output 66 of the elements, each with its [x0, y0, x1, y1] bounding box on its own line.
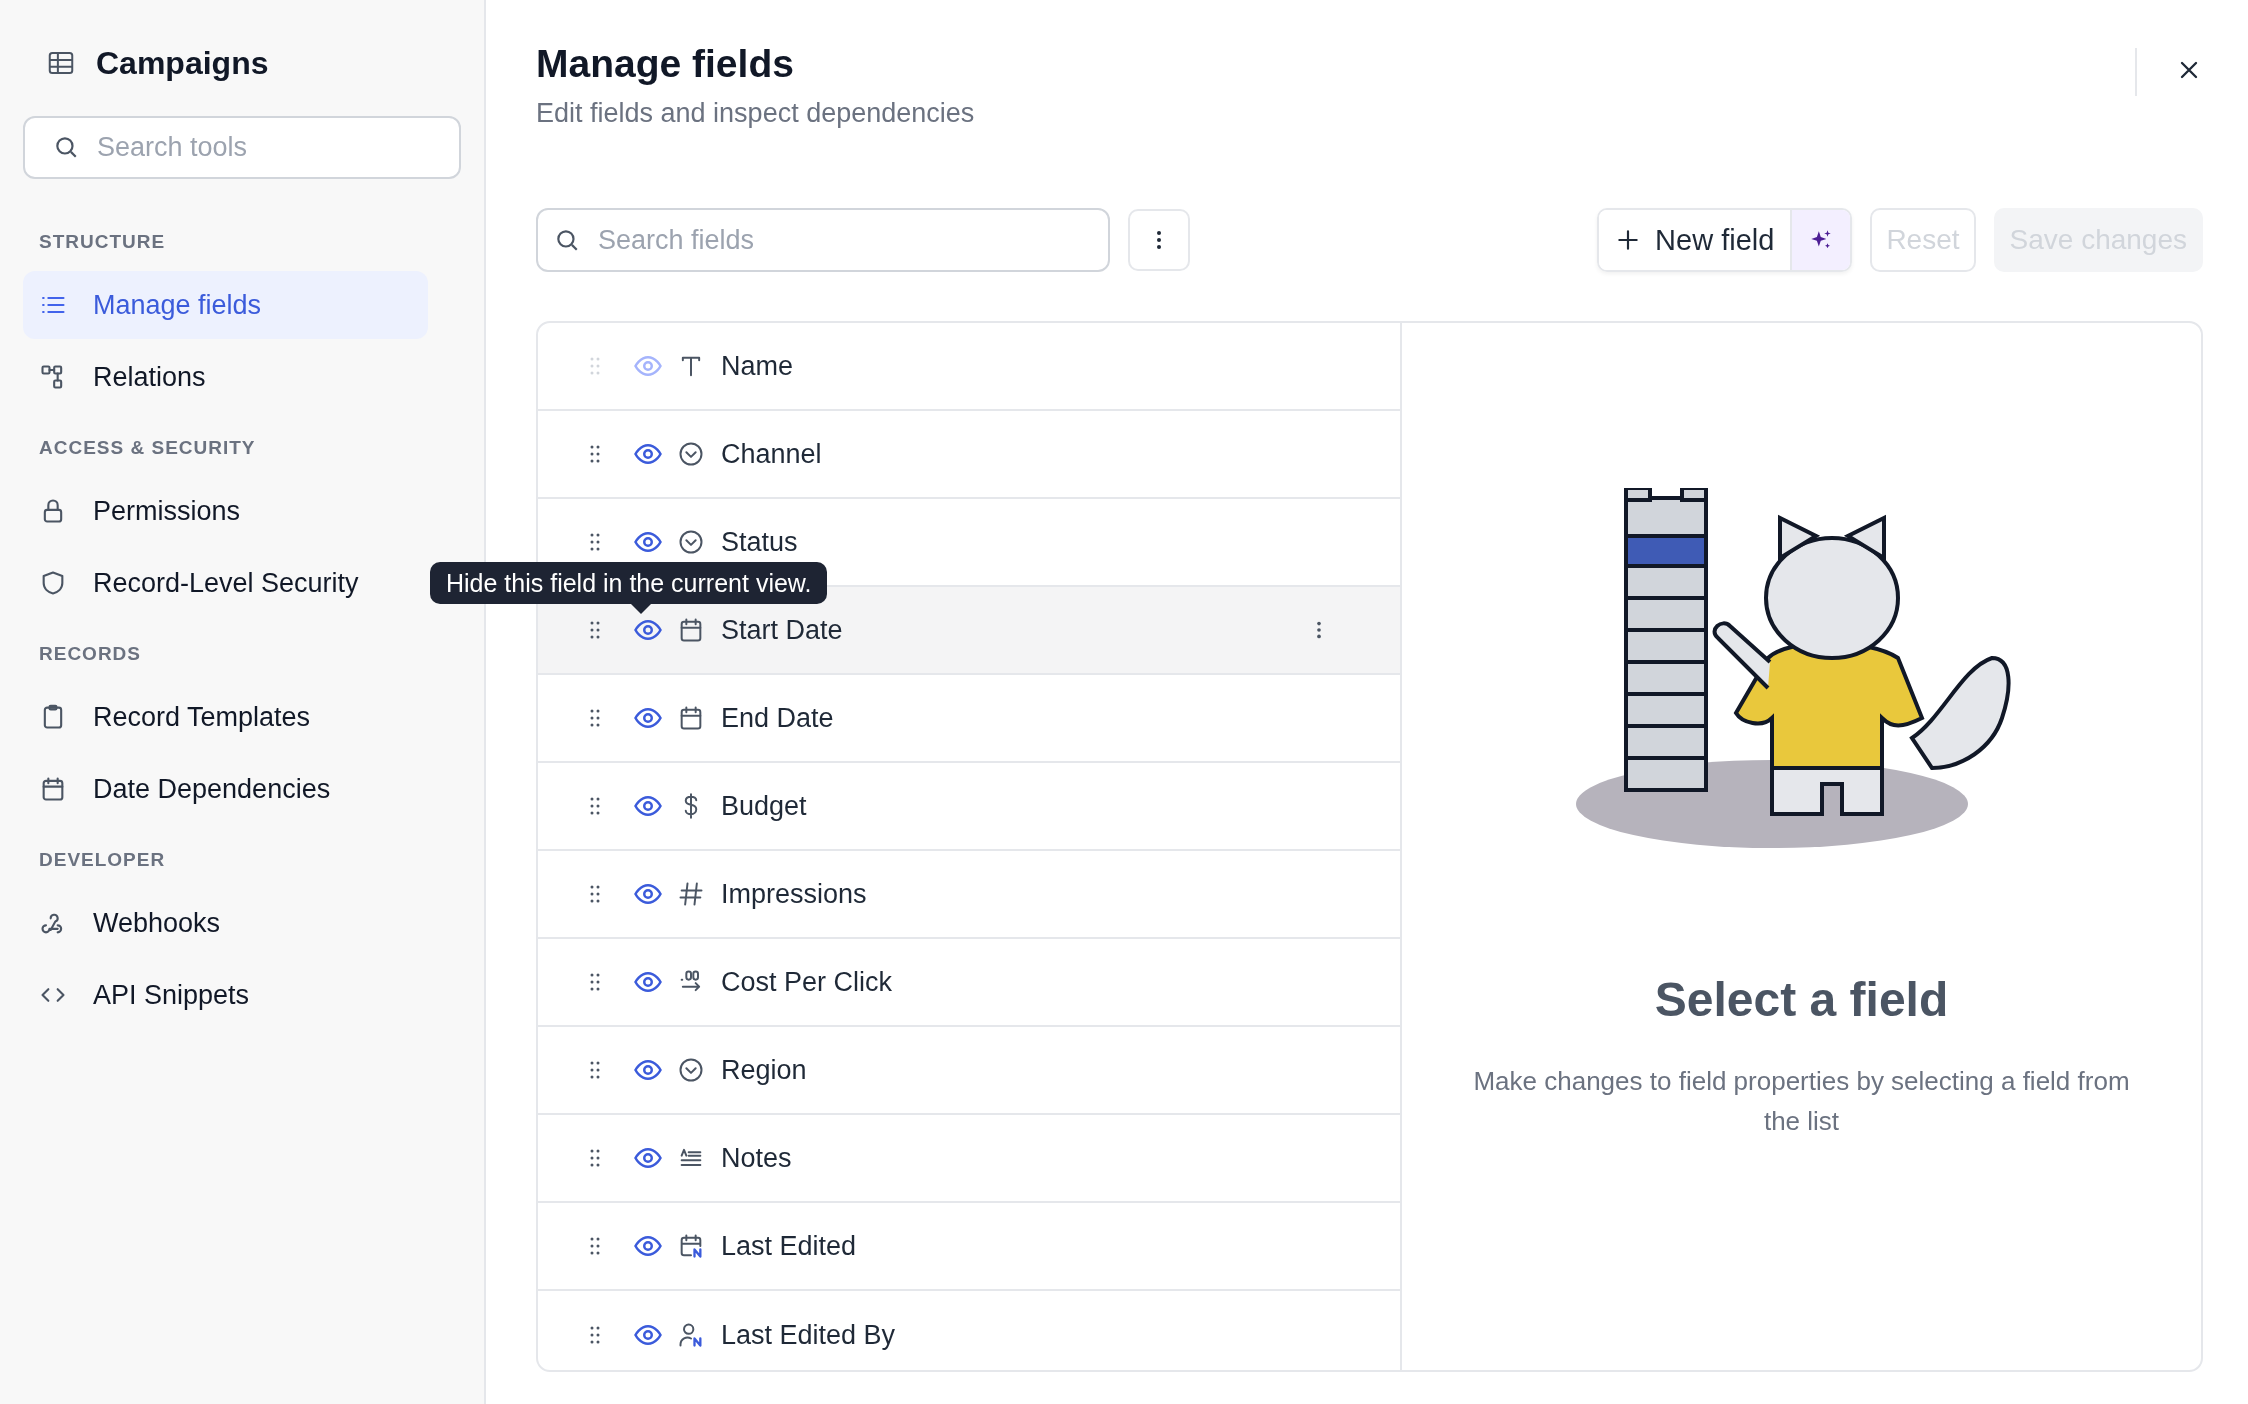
- section-label: ACCESS & SECURITY: [38, 436, 257, 460]
- field-name: Last Edited By: [721, 1319, 896, 1351]
- field-row[interactable]: Region: [538, 1027, 1400, 1115]
- field-name: Name: [721, 350, 794, 382]
- drag-handle-icon[interactable]: [590, 445, 600, 463]
- nav-item[interactable]: Record Templates: [23, 683, 428, 751]
- search-field[interactable]: Search tools: [23, 116, 461, 179]
- field-row[interactable]: Impressions: [538, 851, 1400, 939]
- drag-handle-icon[interactable]: [590, 357, 600, 375]
- select-icon: [677, 1056, 705, 1084]
- sparkle-button[interactable]: [1790, 210, 1851, 270]
- field-row[interactable]: Budget: [538, 763, 1400, 851]
- section-label: DEVELOPER: [38, 848, 167, 872]
- more-icon: [1156, 228, 1162, 252]
- drag-handle-icon[interactable]: [590, 1326, 600, 1344]
- field-name: Status: [721, 526, 798, 558]
- nav-item[interactable]: Permissions: [23, 477, 428, 545]
- field-row[interactable]: End Date: [538, 675, 1400, 763]
- drag-handle-icon[interactable]: [590, 797, 600, 815]
- field-name: Start Date: [721, 614, 843, 646]
- field-row[interactable]: Last Edited By: [538, 1291, 1400, 1370]
- field-name: Budget: [721, 790, 807, 822]
- drag-handle-icon[interactable]: [590, 885, 600, 903]
- sidebar-title: Campaigns: [96, 44, 269, 82]
- field-row[interactable]: Channel: [538, 411, 1400, 499]
- nav-item[interactable]: Record-Level Security: [23, 549, 428, 617]
- nav-item[interactable]: Webhooks: [23, 889, 428, 957]
- drag-handle-icon[interactable]: [590, 709, 600, 727]
- field-name: Last Edited: [721, 1230, 857, 1262]
- field-name: Channel: [721, 438, 822, 470]
- drag-handle-icon[interactable]: [590, 1149, 600, 1167]
- empty-state-title: Select a field: [1654, 972, 1949, 1027]
- field-name: End Date: [721, 702, 834, 734]
- tooltip: Hide this field in the current view.: [430, 562, 828, 604]
- nav-item[interactable]: API Snippets: [23, 961, 428, 1029]
- drag-handle-icon[interactable]: [590, 1061, 600, 1079]
- select-icon: [677, 528, 705, 556]
- section-label: STRUCTURE: [38, 230, 167, 254]
- new-field-button[interactable]: New field: [1599, 210, 1791, 270]
- nav-item[interactable]: Relations: [23, 343, 428, 411]
- field-row[interactable]: Notes: [538, 1115, 1400, 1203]
- tooltip-arrow: [631, 604, 651, 614]
- field-name: Region: [721, 1054, 807, 1086]
- field-row[interactable]: Last Edited: [538, 1203, 1400, 1291]
- page-subtitle: Edit fields and inspect dependencies: [536, 98, 975, 129]
- page-title: Manage fields: [536, 41, 795, 87]
- nav-item[interactable]: Manage fields: [23, 271, 428, 339]
- drag-handle-icon[interactable]: [590, 533, 600, 551]
- more-icon[interactable]: [1316, 619, 1322, 641]
- drag-handle-icon[interactable]: [590, 973, 600, 991]
- lasteditedby-icon: [677, 1321, 705, 1349]
- field-name: Notes: [721, 1142, 792, 1174]
- drag-handle-icon[interactable]: [590, 1237, 600, 1255]
- nav-item[interactable]: Date Dependencies: [23, 755, 428, 823]
- select-icon: [677, 440, 705, 468]
- search-field[interactable]: Search fields: [536, 208, 1110, 272]
- search-icon: [554, 227, 580, 253]
- field-row[interactable]: Cost Per Click: [538, 939, 1400, 1027]
- field-name: Cost Per Click: [721, 966, 893, 998]
- section-label: RECORDS: [38, 642, 142, 666]
- empty-state-description: Make changes to field properties by selecting a field from the list: [1472, 1065, 2131, 1138]
- number-icon: [677, 880, 705, 908]
- field-name: Impressions: [721, 878, 867, 910]
- search-icon: [53, 134, 79, 160]
- field-row[interactable]: Name: [538, 323, 1400, 411]
- drag-handle-icon[interactable]: [590, 621, 600, 639]
